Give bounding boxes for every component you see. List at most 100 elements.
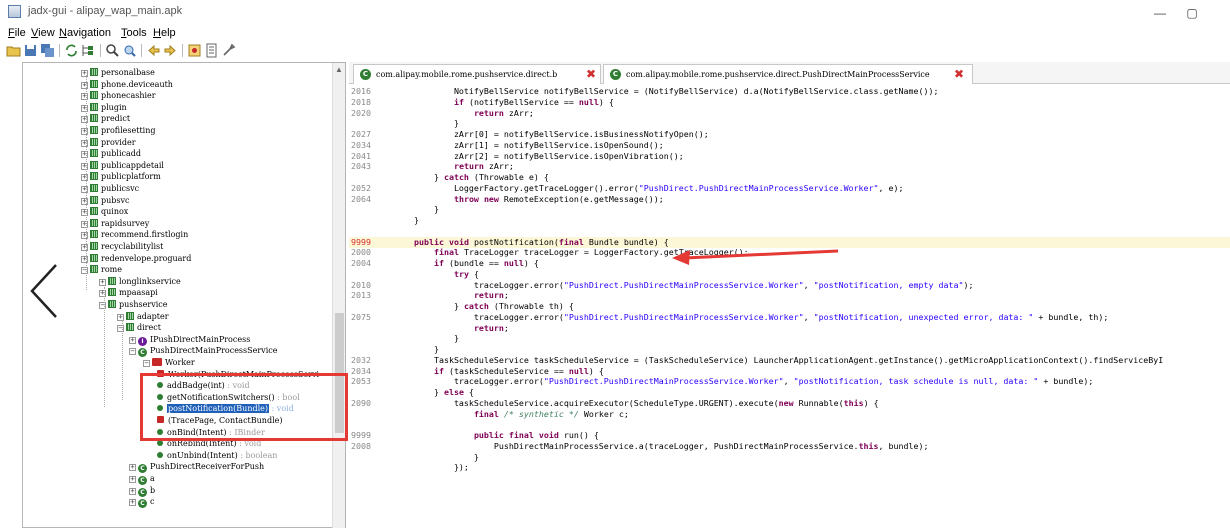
code-line[interactable]: 2004 if (bundle == null) { <box>349 258 1230 269</box>
code-line[interactable]: 2052 LoggerFactory.getTraceLogger().erro… <box>349 183 1230 194</box>
tree-item[interactable]: + rapidsurvey <box>81 218 149 229</box>
code-line[interactable]: } <box>349 344 1230 355</box>
tree-item[interactable]: onUnbind(Intent)boolean <box>157 450 277 461</box>
code-line[interactable]: } <box>349 215 1230 226</box>
save-icon[interactable] <box>23 43 38 58</box>
code-line[interactable]: return; <box>349 323 1230 334</box>
tree-item[interactable]: − direct <box>117 322 161 333</box>
code-line[interactable]: } <box>349 118 1230 129</box>
expand-icon[interactable]: + <box>129 336 136 344</box>
tree-item[interactable]: + Cc <box>129 496 154 509</box>
code-line[interactable]: 2090 taskScheduleService.acquireExecutor… <box>349 398 1230 409</box>
tree-item[interactable]: + publicappdetail <box>81 160 164 171</box>
tree-item[interactable]: − rome <box>81 264 122 275</box>
tree-icon[interactable] <box>81 43 96 58</box>
tree-item[interactable]: + adapter <box>117 311 169 322</box>
code-line[interactable]: 2043 return zArr; <box>349 161 1230 172</box>
find-icon[interactable] <box>122 43 137 58</box>
minimize-button[interactable]: — <box>1145 3 1175 23</box>
open-icon[interactable] <box>6 43 21 58</box>
code-line[interactable]: 2034 if (taskScheduleService == null) { <box>349 366 1230 377</box>
deobfuscate-icon[interactable] <box>187 43 202 58</box>
tree-item[interactable]: + profilesetting <box>81 125 156 136</box>
tree-item[interactable]: + I IPushDirectMainProcess <box>129 334 250 346</box>
tab-push-direct-main-process-service[interactable]: C com.alipay.mobile.rome.pushservice.dir… <box>603 64 973 84</box>
tree-item[interactable]: + publicsvc <box>81 183 139 194</box>
code-line[interactable]: 2075 traceLogger.error("PushDirect.PushD… <box>349 312 1230 323</box>
code-line[interactable]: 2020 return zArr; <box>349 108 1230 119</box>
tree-item[interactable]: + plugin <box>81 102 127 113</box>
tree-item[interactable]: − pushservice <box>99 299 168 310</box>
tree-item[interactable]: + mpaasapi <box>99 287 158 298</box>
code-line[interactable]: 2000 final TraceLogger traceLogger = Log… <box>349 247 1230 258</box>
code-line[interactable]: 2008 PushDirectMainProcessService.a(trac… <box>349 441 1230 452</box>
log-icon[interactable] <box>204 43 219 58</box>
code-line[interactable]: 2018 if (notifyBellService == null) { <box>349 97 1230 108</box>
tree-item[interactable]: + recyclabilitylist <box>81 241 163 252</box>
collapse-icon[interactable]: − <box>143 360 150 367</box>
tree-item[interactable]: − Worker <box>143 357 195 368</box>
code-line[interactable] <box>349 419 1230 430</box>
tree-item[interactable]: − C PushDirectMainProcessService <box>129 345 277 358</box>
expand-icon[interactable]: + <box>99 278 106 286</box>
code-line[interactable]: 2032 TaskScheduleService taskScheduleSer… <box>349 355 1230 366</box>
expand-icon[interactable]: + <box>129 464 136 472</box>
search-icon[interactable] <box>105 43 120 58</box>
code-line[interactable]: 9999 public void postNotification(final … <box>349 236 1230 248</box>
code-editor[interactable]: 2016 NotifyBellService notifyBellService… <box>349 85 1230 528</box>
code-line[interactable]: 2016 NotifyBellService notifyBellService… <box>349 86 1230 97</box>
tree-item[interactable]: + phonecashier <box>81 90 156 101</box>
code-line[interactable]: } catch (Throwable th) { <box>349 301 1230 312</box>
tree-item[interactable]: + predict <box>81 113 130 124</box>
tree-item[interactable]: + personalbase <box>81 67 155 78</box>
code-line[interactable]: } catch (Throwable e) { <box>349 172 1230 183</box>
maximize-button[interactable]: ▢ <box>1177 3 1207 23</box>
code-line[interactable]: 9999 public final void run() { <box>349 430 1230 441</box>
tree-item[interactable]: + pubsvc <box>81 195 130 206</box>
tree-scrollbar[interactable]: ▲ <box>332 63 345 528</box>
expand-icon[interactable]: + <box>129 476 136 483</box>
code-line[interactable]: try { <box>349 269 1230 280</box>
tree-item[interactable]: + publicadd <box>81 148 141 159</box>
sync-icon[interactable] <box>64 43 79 58</box>
tree-item[interactable]: + redenvelope.proguard <box>81 253 191 264</box>
code-line[interactable]: 2064 throw new RemoteException(e.getMess… <box>349 194 1230 205</box>
menu-tools[interactable]: Tools <box>121 27 147 39</box>
tree-item[interactable]: + publicplatform <box>81 171 161 182</box>
save-all-icon[interactable] <box>40 43 55 58</box>
close-icon[interactable]: ✖ <box>586 65 596 84</box>
tree-item[interactable]: + phone.deviceauth <box>81 79 173 90</box>
code-line[interactable]: } <box>349 204 1230 215</box>
code-line[interactable]: } <box>349 333 1230 344</box>
code-line[interactable]: 2013 return; <box>349 290 1230 301</box>
menu-navigation[interactable]: Navigation <box>59 27 111 39</box>
tab-direct-b[interactable]: C com.alipay.mobile.rome.pushservice.dir… <box>353 64 601 84</box>
tree-item[interactable]: + provider <box>81 137 136 148</box>
menu-help[interactable]: Help <box>153 27 176 39</box>
collapse-icon[interactable]: − <box>129 348 136 356</box>
close-icon[interactable]: ✖ <box>954 65 964 84</box>
tree-item[interactable]: + quinox <box>81 206 128 217</box>
code-line[interactable]: 2010 traceLogger.error("PushDirect.PushD… <box>349 280 1230 291</box>
package-tree[interactable]: + personalbase + phone.deviceauth + phonecash… <box>22 62 346 528</box>
code-line[interactable] <box>349 226 1230 237</box>
forward-icon[interactable] <box>163 43 178 58</box>
code-line[interactable]: 2041 zArr[2] = notifyBellService.isOpenV… <box>349 151 1230 162</box>
code-line[interactable]: }); <box>349 462 1230 473</box>
expand-icon[interactable]: + <box>129 499 136 507</box>
tree-item[interactable]: + recommend.firstlogin <box>81 229 188 240</box>
tree-item[interactable]: + longlinkservice <box>99 276 181 287</box>
menu-view[interactable]: View <box>31 27 55 39</box>
settings-icon[interactable] <box>221 43 236 58</box>
chevron-left-icon[interactable] <box>26 261 66 321</box>
code-line[interactable]: 2034 zArr[1] = notifyBellService.isOpenS… <box>349 140 1230 151</box>
expand-icon[interactable]: + <box>129 487 136 495</box>
code-line[interactable]: 2053 traceLogger.error("PushDirect.PushD… <box>349 376 1230 387</box>
scroll-up-icon[interactable]: ▲ <box>335 65 343 74</box>
menu-file[interactable]: File <box>8 27 26 39</box>
code-line[interactable]: final /* synthetic */ Worker c; <box>349 409 1230 420</box>
tree-item[interactable]: + C PushDirectReceiverForPush <box>129 461 264 474</box>
tree-item[interactable]: + Ca <box>129 473 155 485</box>
back-icon[interactable] <box>146 43 161 58</box>
code-line[interactable]: 2027 zArr[0] = notifyBellService.isBusin… <box>349 129 1230 140</box>
